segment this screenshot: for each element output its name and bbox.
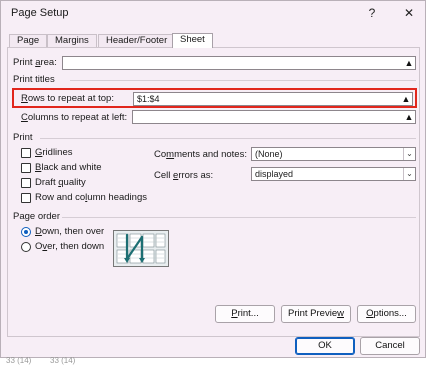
tab-margins[interactable]: Margins [47, 34, 97, 47]
row-column-headings-checkbox[interactable] [21, 193, 31, 203]
print-heading: Print [13, 132, 33, 143]
black-and-white-label: Black and white [35, 162, 102, 173]
page-setup-dialog: Page Setup ? ✕ Page Margins Header/Foote… [0, 0, 426, 358]
print-button[interactable]: Print... [215, 305, 275, 323]
print-area-label: Print area: [13, 57, 57, 68]
collapse-dialog-icon[interactable]: ▲ [403, 111, 415, 123]
columns-to-repeat-input[interactable]: ▲ [132, 110, 416, 124]
down-then-over-radio[interactable] [21, 227, 31, 237]
tab-sheet[interactable]: Sheet [172, 33, 213, 48]
down-then-over-label: Down, then over [35, 226, 105, 237]
cell-errors-label: Cell errors as: [154, 170, 214, 181]
page-order-diagram [116, 233, 166, 264]
print-area-input[interactable]: ▲ [62, 56, 416, 70]
tab-page[interactable]: Page [9, 34, 48, 47]
cancel-button[interactable]: Cancel [360, 337, 420, 355]
print-titles-heading: Print titles [13, 74, 55, 85]
cell-errors-select[interactable]: displayed ⌄ [251, 167, 416, 181]
row-column-headings-label: Row and column headings [35, 192, 147, 203]
over-then-down-radio[interactable] [21, 242, 31, 252]
collapse-dialog-icon[interactable]: ▲ [403, 57, 415, 69]
options-button[interactable]: Options... [357, 305, 416, 323]
collapse-dialog-icon[interactable]: ▲ [400, 93, 412, 105]
section-divider [40, 138, 416, 139]
background-cell-text: 33 (14) [50, 356, 76, 365]
columns-to-repeat-label: Columns to repeat at left: [21, 112, 128, 123]
black-and-white-checkbox[interactable] [21, 163, 31, 173]
chevron-down-icon[interactable]: ⌄ [403, 148, 415, 160]
draft-quality-label: Draft quality [35, 177, 86, 188]
rows-to-repeat-input[interactable]: $1:$4 ▲ [133, 92, 413, 106]
background-cell-text: 33 (14) [6, 356, 32, 365]
chevron-down-icon[interactable]: ⌄ [403, 168, 415, 180]
dialog-title: Page Setup [11, 7, 69, 19]
over-then-down-label: Over, then down [35, 241, 105, 252]
help-icon[interactable]: ? [361, 4, 383, 22]
ok-button[interactable]: OK [295, 337, 355, 355]
draft-quality-checkbox[interactable] [21, 178, 31, 188]
section-divider [62, 217, 416, 218]
page-order-heading: Page order [13, 211, 61, 222]
tab-header-footer[interactable]: Header/Footer [98, 34, 176, 47]
comments-label: Comments and notes: [154, 149, 247, 160]
gridlines-label: Gridlines [35, 147, 73, 158]
rows-to-repeat-label: Rows to repeat at top: [21, 93, 114, 104]
close-icon[interactable]: ✕ [398, 4, 420, 22]
section-divider [70, 80, 416, 81]
sheet-panel: Print area: ▲ Print titles Rows to repea… [7, 47, 420, 337]
comments-select[interactable]: (None) ⌄ [251, 147, 416, 161]
print-preview-button[interactable]: Print Preview [281, 305, 351, 323]
page-order-preview-icon [113, 230, 169, 267]
gridlines-checkbox[interactable] [21, 148, 31, 158]
